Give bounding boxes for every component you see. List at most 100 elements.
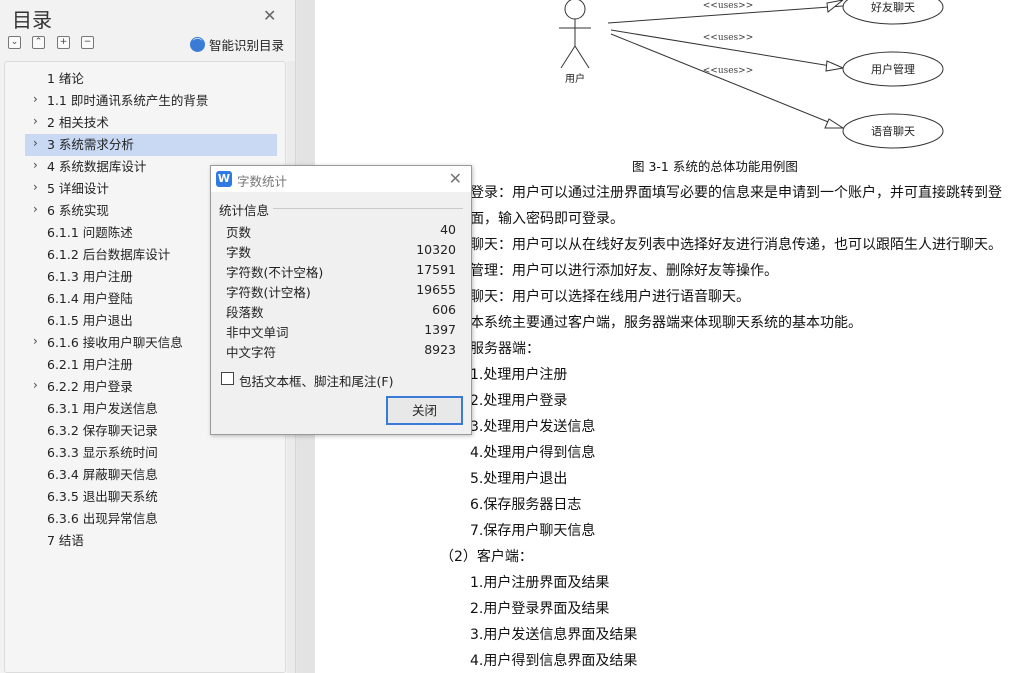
toc-item[interactable]: 6.1.5 用户退出: [47, 310, 133, 332]
stats-group-label: 统计信息: [219, 200, 273, 219]
stat-row: 字数 10320: [226, 242, 456, 262]
stat-label: 字符数(不计空格): [226, 265, 324, 280]
use-case-label: 好友聊天: [871, 0, 915, 14]
stat-row: 段落数 606: [226, 302, 456, 322]
list-item: 6.保存服务器日志: [470, 497, 582, 513]
body-line: 面，输入密码即可登录。: [470, 211, 624, 227]
actor-icon: [559, 0, 591, 69]
body-line: 本系统主要通过客户端，服务器端来体现聊天系统的基本功能。: [470, 315, 862, 331]
list-item: 2.用户登录界面及结果: [470, 601, 610, 617]
body-line: 服务器端：: [470, 341, 540, 357]
chevron-right-icon[interactable]: ›: [33, 136, 38, 150]
stat-value: 17591: [416, 262, 456, 277]
smart-toc-button[interactable]: ⌒ 智能识别目录: [190, 35, 284, 54]
toc-item[interactable]: 6.1.1 问题陈述: [47, 222, 133, 244]
stat-label: 段落数: [226, 305, 264, 320]
list-item: 7.保存用户聊天信息: [470, 523, 596, 539]
toc-item[interactable]: 6.3.2 保存聊天记录: [47, 420, 158, 442]
stat-label: 字符数(计空格): [226, 285, 311, 300]
stat-label: 字数: [226, 245, 252, 260]
stat-label: 页数: [226, 225, 252, 240]
chevron-right-icon[interactable]: ›: [33, 92, 38, 106]
body-line: 聊天：用户可以选择在线用户进行语音聊天。: [470, 289, 750, 305]
toc-item[interactable]: 6.3.6 出现异常信息: [47, 508, 158, 530]
use-case-diagram: 用户 <<uses>> <<uses>> <<uses>> 好友聊天 用户管理 …: [559, 0, 944, 149]
toc-item[interactable]: 6.3.3 显示系统时间: [47, 442, 158, 464]
list-item: 3.处理用户发送信息: [470, 419, 596, 435]
toc-item[interactable]: 6.1.2 后台数据库设计: [47, 244, 170, 266]
list-item: 3.用户发送信息界面及结果: [470, 627, 638, 643]
group-divider: [273, 208, 463, 209]
list-item: 4.用户得到信息界面及结果: [470, 653, 638, 669]
stat-value: 1397: [424, 322, 456, 337]
toc-item[interactable]: 5 详细设计: [47, 178, 109, 200]
close-button[interactable]: 关闭: [386, 396, 463, 425]
uses-label: <<uses>>: [703, 33, 754, 43]
toc-item[interactable]: 6.3.1 用户发送信息: [47, 398, 158, 420]
toc-item[interactable]: 6.1.3 用户注册: [47, 266, 133, 288]
body-line: 登录：用户可以通过注册界面填写必要的信息来是申请到一个账户，并可直接跳转到登: [470, 185, 1002, 201]
word-count-dialog: W 字数统计 ✕ 统计信息 页数 40 字数 10320 字符数(不计空格) 1…: [210, 165, 472, 435]
list-item: 2.处理用户登录: [470, 393, 568, 409]
stat-value: 19655: [416, 282, 456, 297]
toc-item[interactable]: 1.1 即时通讯系统产生的背景: [47, 90, 208, 112]
stat-row: 非中文单词 1397: [226, 322, 456, 342]
remove-icon[interactable]: −: [81, 36, 94, 49]
smart-toc-label: 智能识别目录: [209, 38, 285, 53]
toc-item[interactable]: 6.2.2 用户登录: [47, 376, 133, 398]
use-case-label: 语音聊天: [871, 124, 915, 138]
toc-item[interactable]: 6 系统实现: [47, 200, 109, 222]
close-icon[interactable]: ✕: [449, 169, 462, 188]
toc-item[interactable]: 6.2.1 用户注册: [47, 354, 133, 376]
stat-value: 606: [432, 302, 456, 317]
stat-value: 10320: [416, 242, 456, 257]
toc-item[interactable]: 7 结语: [47, 530, 84, 552]
include-footnotes-checkbox[interactable]: [221, 372, 234, 385]
list-item: 1.用户注册界面及结果: [470, 575, 610, 591]
smart-icon: ⌒: [190, 37, 205, 52]
body-line: 聊天：用户可以从在线好友列表中选择好友进行消息传递，也可以跟陌生人进行聊天。: [470, 237, 1002, 253]
collapse-all-icon[interactable]: ⌄: [8, 36, 21, 49]
dialog-titlebar[interactable]: W 字数统计 ✕: [211, 166, 471, 192]
stat-row: 页数 40: [226, 222, 456, 242]
toc-item[interactable]: 6.3.5 退出聊天系统: [47, 486, 158, 508]
stat-value: 40: [440, 222, 456, 237]
chevron-right-icon[interactable]: ›: [33, 334, 38, 348]
close-icon[interactable]: ✕: [263, 6, 276, 25]
toc-item[interactable]: 2 相关技术: [47, 112, 109, 134]
toc-item[interactable]: 6.1.4 用户登陆: [47, 288, 133, 310]
chevron-right-icon[interactable]: ›: [33, 202, 38, 216]
app-icon: W: [216, 171, 232, 187]
add-icon[interactable]: +: [57, 36, 70, 49]
chevron-right-icon[interactable]: ›: [33, 378, 38, 392]
list-item: 4.处理用户得到信息: [470, 445, 596, 461]
include-footnotes-label[interactable]: 包括文本框、脚注和尾注(F): [239, 371, 393, 390]
sidebar-title: 目录: [12, 8, 52, 32]
uses-label: <<uses>>: [703, 66, 754, 76]
uses-label: <<uses>>: [703, 1, 754, 11]
stat-row: 字符数(不计空格) 17591: [226, 262, 456, 282]
stat-row: 字符数(计空格) 19655: [226, 282, 456, 302]
toc-item[interactable]: 6.3.4 屏蔽聊天信息: [47, 464, 158, 486]
body-line: （2）客户端：: [440, 549, 533, 565]
chevron-right-icon[interactable]: ›: [33, 180, 38, 194]
toc-item[interactable]: 3 系统需求分析: [47, 134, 134, 156]
body-line: 管理：用户可以进行添加好友、删除好友等操作。: [470, 263, 778, 279]
chevron-right-icon[interactable]: ›: [33, 158, 38, 172]
arrowheads: [824, 0, 845, 129]
stat-label: 中文字符: [226, 345, 277, 360]
chevron-right-icon[interactable]: ›: [33, 114, 38, 128]
expand-up-icon[interactable]: ⌃: [32, 36, 45, 49]
use-case-label: 用户管理: [871, 62, 915, 76]
list-item: 1.处理用户注册: [470, 367, 568, 383]
stat-value: 8923: [424, 342, 456, 357]
toc-item[interactable]: 6.1.6 接收用户聊天信息: [47, 332, 183, 354]
toc-item[interactable]: 4 系统数据库设计: [47, 156, 146, 178]
toc-item[interactable]: 1 绪论: [47, 68, 84, 90]
list-item: 5.处理用户退出: [470, 471, 568, 487]
stat-label: 非中文单词: [226, 325, 289, 340]
dialog-title: 字数统计: [237, 174, 288, 189]
actor-label: 用户: [565, 72, 585, 85]
stat-row: 中文字符 8923: [226, 342, 456, 362]
figure-caption: 图 3-1 系统的总体功能用例图: [632, 159, 798, 174]
